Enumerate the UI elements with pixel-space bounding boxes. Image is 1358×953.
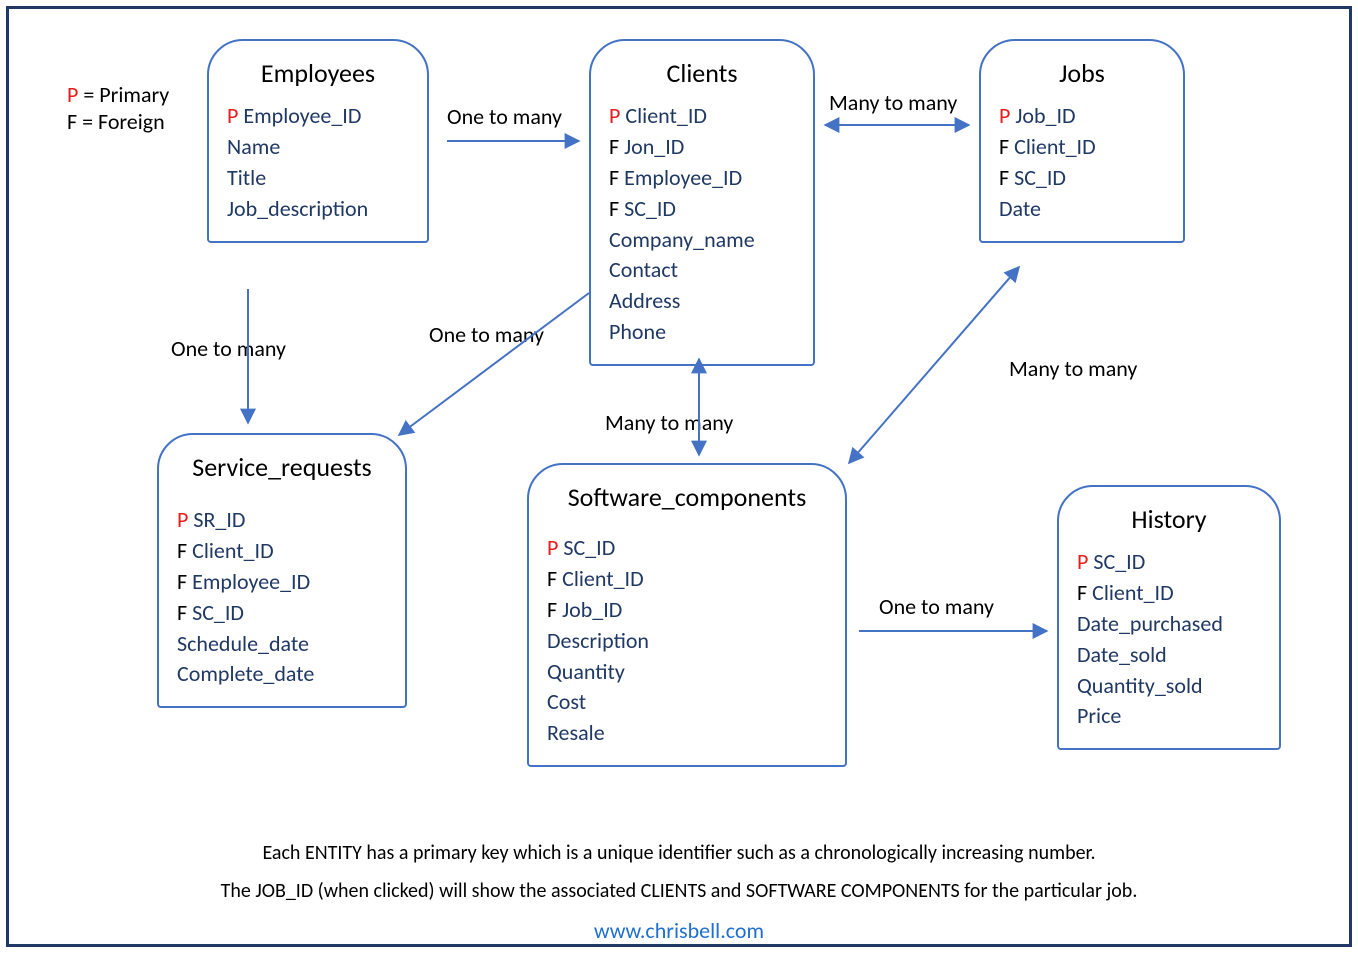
attr-row: Description (547, 626, 827, 657)
entity-service-requests: Service_requests P SR_ID F Client_ID F E… (157, 433, 407, 708)
attr-row: F Employee_ID (177, 567, 387, 598)
rel-label-clients-sr: One to many (429, 321, 544, 348)
rel-label-clients-sc: Many to many (605, 409, 733, 436)
attr-row: F Jon_ID (609, 132, 795, 163)
attr-row: F Job_ID (547, 595, 827, 626)
attr-row: Address (609, 286, 795, 317)
attr-row: F Client_ID (999, 132, 1165, 163)
attr-row: Schedule_date (177, 629, 387, 660)
attr-row: P Client_ID (609, 101, 795, 132)
attr-row: F Client_ID (177, 536, 387, 567)
attr-row: Job_description (227, 194, 409, 225)
entity-title: History (1077, 501, 1261, 537)
attr-row: F SC_ID (609, 194, 795, 225)
rel-label-emp-clients: One to many (447, 103, 562, 130)
attr-row: Date_sold (1077, 640, 1261, 671)
attr-row: Resale (547, 718, 827, 749)
attr-row: Quantity (547, 657, 827, 688)
entity-title: Employees (227, 55, 409, 91)
entity-history: History P SC_ID F Client_ID Date_purchas… (1057, 485, 1281, 750)
attr-row: F Client_ID (547, 564, 827, 595)
attr-row: Company_name (609, 225, 795, 256)
website-link[interactable]: www.chrisbell.com (9, 917, 1349, 944)
rel-label-jobs-sc: Many to many (1009, 355, 1137, 382)
rel-label-emp-sr: One to many (171, 335, 286, 362)
entity-title: Jobs (999, 55, 1165, 91)
attr-row: F SC_ID (177, 598, 387, 629)
attr-row: Title (227, 163, 409, 194)
attr-row: Date_purchased (1077, 609, 1261, 640)
attr-row: P SC_ID (1077, 547, 1261, 578)
rel-label-clients-jobs: Many to many (829, 89, 957, 116)
attr-row: F Employee_ID (609, 163, 795, 194)
entity-jobs: Jobs P Job_ID F Client_ID F SC_ID Date (979, 39, 1185, 243)
legend-primary: P = Primary (67, 81, 169, 108)
attr-row: Complete_date (177, 659, 387, 690)
attr-row: P SR_ID (177, 505, 387, 536)
diagram-canvas: P = Primary F = Foreign Employees P Empl… (49, 33, 1319, 821)
caption-line-2: The JOB_ID (when clicked) will show the … (9, 879, 1349, 903)
attr-row: Cost (547, 687, 827, 718)
attr-row: Contact (609, 255, 795, 286)
attr-row: Date (999, 194, 1165, 225)
attr-row: P Job_ID (999, 101, 1165, 132)
attr-row: Phone (609, 317, 795, 348)
legend-foreign: F = Foreign (67, 108, 169, 135)
legend: P = Primary F = Foreign (67, 81, 169, 135)
entity-title: Software_components (547, 479, 827, 515)
attr-row: Quantity_sold (1077, 671, 1261, 702)
entity-software-components: Software_components P SC_ID F Client_ID … (527, 463, 847, 767)
entity-clients: Clients P Client_ID F Jon_ID F Employee_… (589, 39, 815, 366)
attr-row: Name (227, 132, 409, 163)
entity-title: Clients (609, 55, 795, 91)
attr-row: F SC_ID (999, 163, 1165, 194)
attr-row: P Employee_ID (227, 101, 409, 132)
attr-row: Price (1077, 701, 1261, 732)
caption-line-1: Each ENTITY has a primary key which is a… (9, 841, 1349, 865)
rel-label-sc-history: One to many (879, 593, 994, 620)
diagram-frame: P = Primary F = Foreign Employees P Empl… (6, 6, 1352, 947)
attr-row: F Client_ID (1077, 578, 1261, 609)
attr-row: P SC_ID (547, 533, 827, 564)
entity-title: Service_requests (177, 449, 387, 485)
entity-employees: Employees P Employee_ID Name Title Job_d… (207, 39, 429, 243)
